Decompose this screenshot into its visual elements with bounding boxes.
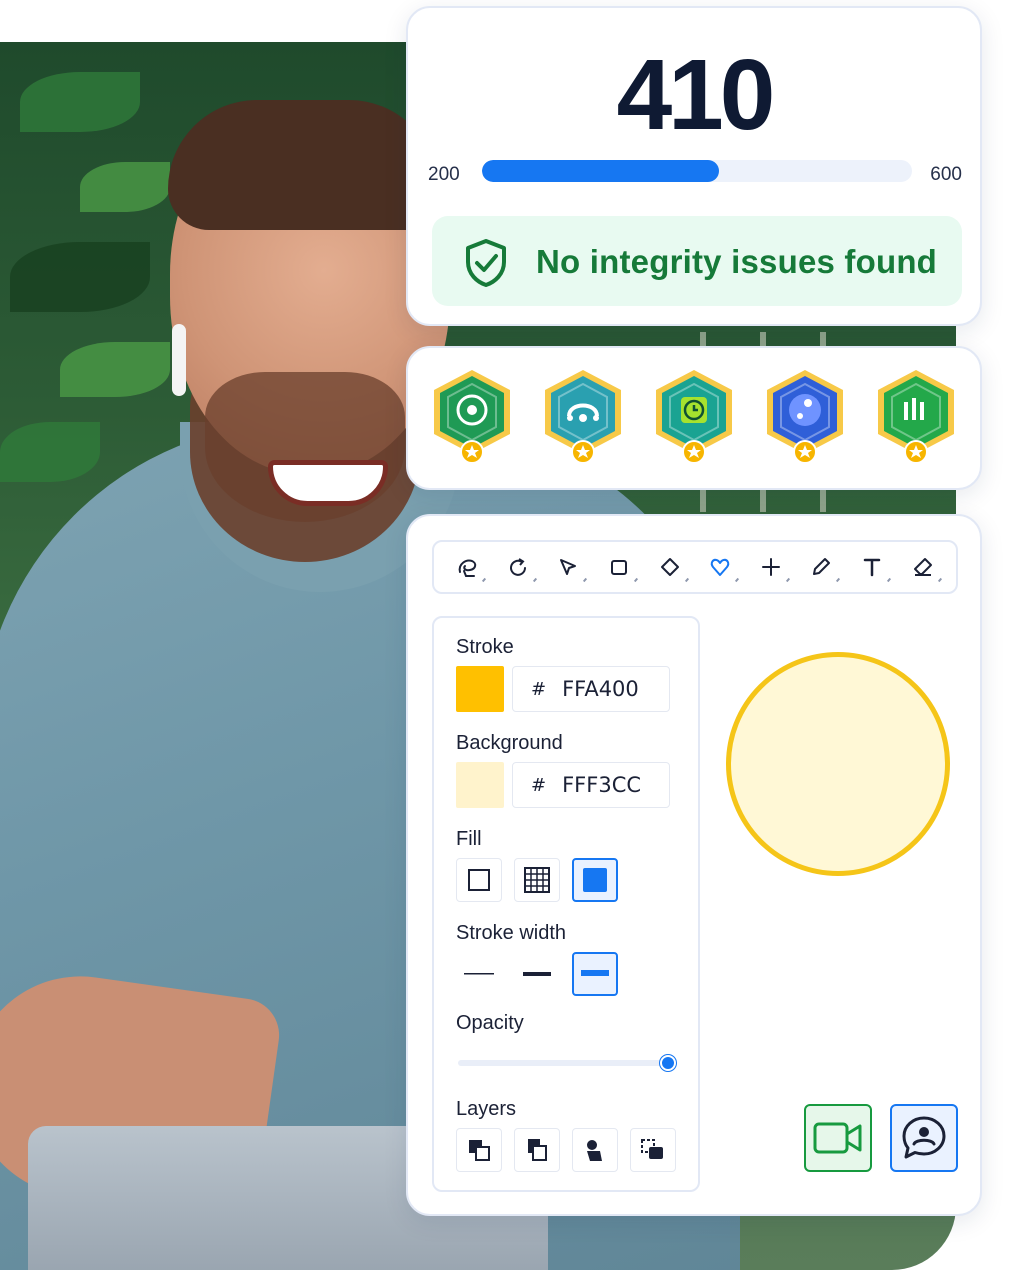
- stroke-width-medium-option[interactable]: [514, 952, 560, 996]
- tool-pencil-button[interactable]: [801, 547, 841, 587]
- integrity-message: No integrity issues found: [536, 243, 938, 280]
- badges-card: [406, 346, 982, 490]
- stroke-hex-value: FFA400: [562, 677, 639, 701]
- stroke-width-thin-option[interactable]: [456, 952, 502, 996]
- drawing-toolbar: [432, 540, 958, 594]
- tool-submenu-indicator: [937, 577, 942, 583]
- badge-molecule[interactable]: [759, 366, 851, 466]
- clock-icon: [656, 370, 732, 464]
- tool-pointer-button[interactable]: [548, 547, 588, 587]
- send-backward-button[interactable]: [514, 1128, 560, 1172]
- fill-none-option[interactable]: [456, 858, 502, 902]
- hash-symbol: #: [531, 774, 547, 796]
- bring-to-front-icon: [641, 1139, 663, 1159]
- stroke-label: Stroke: [456, 636, 514, 658]
- stroke-width-label: Stroke width: [456, 922, 567, 944]
- send-backward-icon: [528, 1139, 547, 1161]
- tool-submenu-indicator: [836, 577, 841, 583]
- score-card: 410 200 600 No integrity issues found: [406, 6, 982, 326]
- badge-chart[interactable]: [870, 366, 962, 466]
- rotate-icon: [509, 558, 526, 576]
- stroke-hex-field[interactable]: # FFA400: [512, 666, 670, 712]
- lasso-icon: [458, 559, 477, 577]
- video-camera-icon: [813, 1122, 862, 1154]
- thick-line-icon: [581, 970, 609, 976]
- grid-icon: [524, 867, 550, 893]
- hash-symbol: #: [531, 678, 547, 700]
- molecule-icon: [767, 370, 843, 464]
- tool-lasso-button[interactable]: [447, 547, 487, 587]
- tool-submenu-indicator: [886, 577, 892, 583]
- tool-submenu-indicator: [684, 577, 689, 583]
- shield-check-icon: [464, 238, 508, 288]
- score-progress-fill: [482, 160, 719, 182]
- fill-solid-option[interactable]: [572, 858, 618, 902]
- tool-rotate-button[interactable]: [498, 547, 538, 587]
- badge-clock[interactable]: [648, 366, 740, 466]
- fill-hatch-option[interactable]: [514, 858, 560, 902]
- network-icon: [545, 370, 621, 464]
- send-to-back-icon: [469, 1140, 490, 1161]
- send-to-back-button[interactable]: [456, 1128, 502, 1172]
- opacity-slider[interactable]: [458, 1055, 676, 1071]
- chat-user-icon: [902, 1116, 946, 1159]
- bar-chart-icon: [878, 370, 954, 464]
- thin-line-icon: [464, 973, 494, 975]
- integrity-status: No integrity issues found: [432, 216, 962, 306]
- tool-rectangle-button[interactable]: [599, 547, 639, 587]
- background-color-swatch[interactable]: [456, 762, 504, 808]
- opacity-slider-thumb[interactable]: [660, 1055, 676, 1071]
- tool-heart-button[interactable]: [700, 547, 740, 587]
- solid-square-icon: [583, 868, 607, 892]
- target-icon: [434, 370, 510, 464]
- editor-card: Stroke # FFA400 Background # FFF3CC Fill…: [406, 514, 982, 1216]
- fill-label: Fill: [456, 828, 482, 850]
- badge-row: [426, 366, 962, 466]
- background-hex-value: FFF3CC: [562, 773, 642, 797]
- tool-diamond-button[interactable]: [650, 547, 690, 587]
- stroke-width-thick-option[interactable]: [572, 952, 618, 996]
- tool-submenu-indicator: [583, 577, 588, 583]
- background-hex-field[interactable]: # FFF3CC: [512, 762, 670, 808]
- badge-target[interactable]: [426, 366, 518, 466]
- tool-text-button[interactable]: [852, 547, 892, 587]
- score-progress-bar: [482, 160, 912, 182]
- range-min-label: 200: [428, 164, 460, 185]
- plus-icon: [761, 558, 780, 576]
- text-icon: [863, 558, 881, 577]
- stroke-color-swatch[interactable]: [456, 666, 504, 712]
- range-max-label: 600: [930, 164, 962, 185]
- video-call-button[interactable]: [804, 1104, 872, 1172]
- badge-network[interactable]: [537, 366, 629, 466]
- shape-preview-circle[interactable]: [726, 652, 950, 876]
- bring-forward-button[interactable]: [572, 1128, 618, 1172]
- diamond-icon: [660, 558, 679, 576]
- medium-line-icon: [523, 972, 551, 976]
- tool-submenu-indicator: [634, 577, 639, 583]
- tool-submenu-indicator: [532, 577, 537, 583]
- rectangle-icon: [611, 560, 628, 575]
- eraser-icon: [913, 558, 932, 576]
- empty-square-icon: [468, 869, 490, 891]
- bring-to-front-button[interactable]: [630, 1128, 676, 1172]
- background-label: Background: [456, 732, 563, 754]
- score-value: 410: [616, 39, 776, 151]
- heart-icon: [711, 558, 730, 576]
- layers-label: Layers: [456, 1098, 517, 1120]
- tool-submenu-indicator: [785, 577, 790, 583]
- tool-eraser-button[interactable]: [903, 547, 943, 587]
- properties-panel: Stroke # FFA400 Background # FFF3CC Fill…: [432, 616, 700, 1192]
- tool-plus-button[interactable]: [751, 547, 791, 587]
- tool-submenu-indicator: [735, 577, 740, 583]
- pointer-icon: [560, 559, 577, 575]
- chat-support-button[interactable]: [890, 1104, 958, 1172]
- bring-forward-icon: [587, 1140, 602, 1161]
- opacity-label: Opacity: [456, 1012, 524, 1034]
- tool-submenu-indicator: [482, 577, 487, 583]
- pencil-icon: [813, 558, 831, 575]
